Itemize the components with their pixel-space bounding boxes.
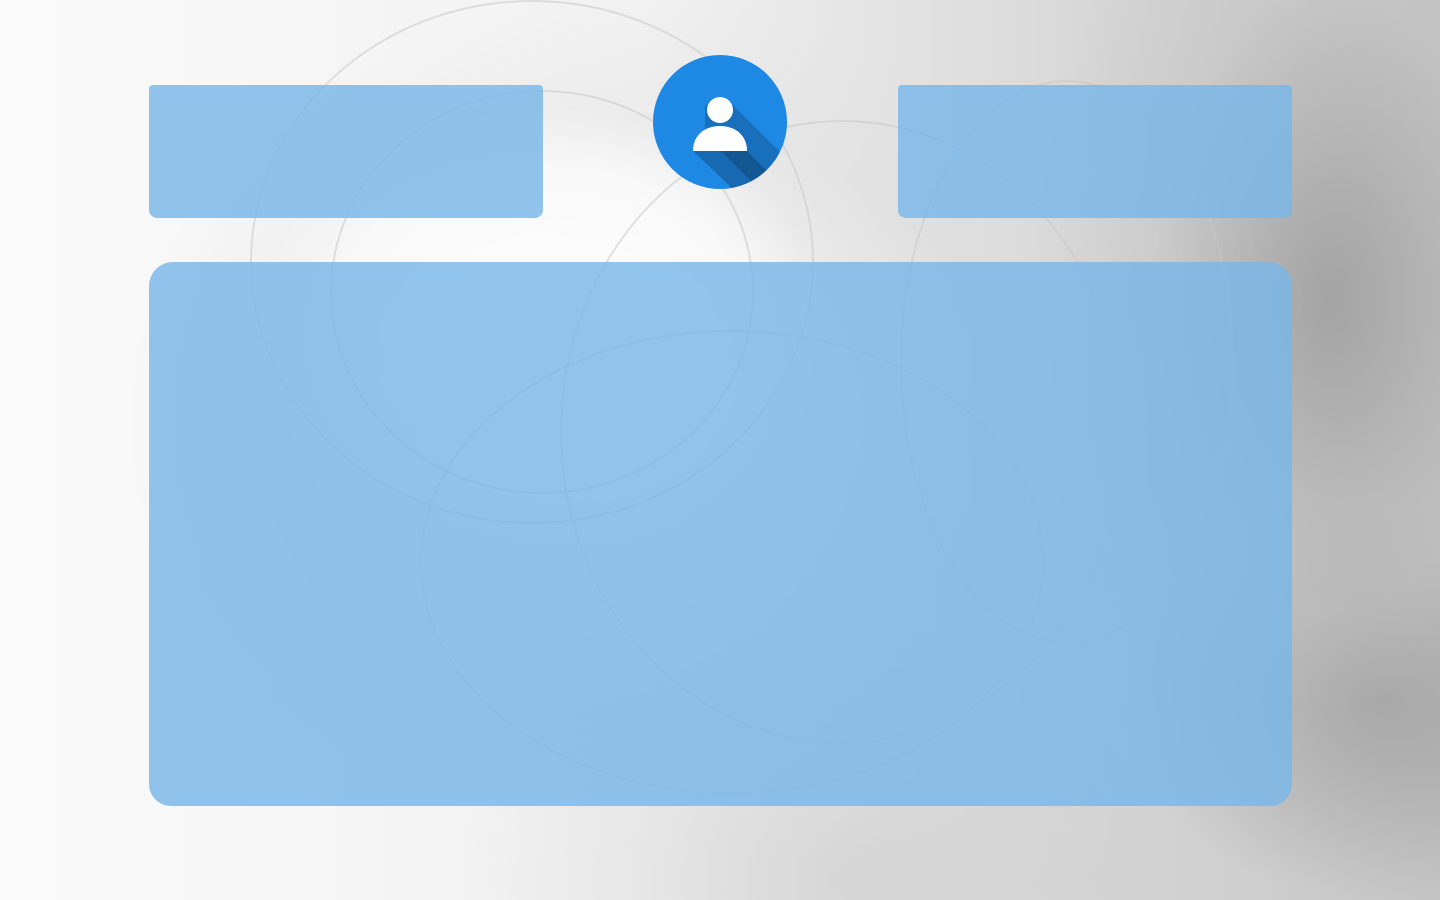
top-left-panel	[149, 85, 543, 218]
login-screen	[0, 0, 1440, 900]
user-icon	[693, 97, 787, 189]
user-avatar-button[interactable]	[653, 55, 787, 189]
top-right-panel	[898, 85, 1292, 218]
main-panel	[149, 262, 1292, 806]
